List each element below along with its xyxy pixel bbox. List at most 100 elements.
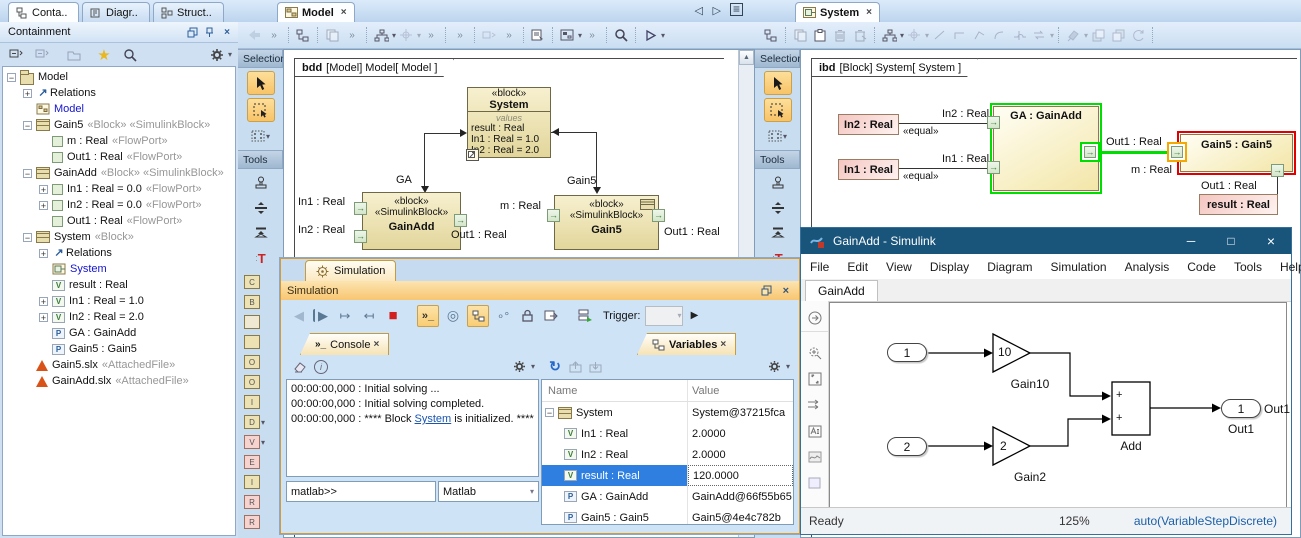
menu-code[interactable]: Code <box>1178 260 1225 274</box>
line-style-oblique-icon[interactable] <box>969 25 989 45</box>
outport-1-block[interactable]: 1 <box>1221 399 1261 418</box>
stamp-tool-button[interactable] <box>765 172 791 194</box>
ga-in2-port[interactable]: → <box>987 116 1000 129</box>
gainadd-in1-port[interactable]: → <box>354 202 367 215</box>
tree-item[interactable]: +In2 : Real = 0.0«FlowPort» <box>3 197 235 213</box>
gainadd-in2-port[interactable]: → <box>354 230 367 243</box>
menu-edit[interactable]: Edit <box>838 260 877 274</box>
collapse-expander-icon[interactable]: − <box>23 233 32 242</box>
inport-2-block[interactable]: 2 <box>887 437 927 456</box>
paint-icon[interactable] <box>1063 25 1083 45</box>
collapse-expander-icon[interactable]: − <box>545 408 554 417</box>
collapse-expander-icon[interactable]: − <box>23 169 32 178</box>
collapse-selected-icon[interactable] <box>32 45 52 65</box>
palette-item-derived[interactable]: D▾ <box>238 412 283 432</box>
console-toggle-icon[interactable]: »_ <box>417 305 439 327</box>
trigger-select[interactable]: ▾ <box>645 306 683 326</box>
palette-item-flowport[interactable]: O <box>238 372 283 392</box>
sticky-tool-button[interactable]: ▾ <box>765 125 791 147</box>
tab-gainadd[interactable]: GainAdd <box>805 280 878 301</box>
variables-row[interactable]: −System System@37215fca <box>542 402 793 423</box>
simulink-title-bar[interactable]: GainAdd - Simulink ─ □ × <box>801 228 1291 254</box>
menu-tools[interactable]: Tools <box>1225 260 1271 274</box>
show-containment-icon[interactable] <box>293 25 313 45</box>
gear-icon[interactable] <box>510 357 530 377</box>
export-variables-icon[interactable] <box>565 357 585 377</box>
variables-row-selected[interactable]: Vresult : Real 120.0000 <box>542 465 793 486</box>
collapse-expander-icon[interactable]: − <box>23 121 32 130</box>
variables-toggle-icon[interactable] <box>467 305 489 327</box>
tree-item[interactable]: −Gain5«Block» «SimulinkBlock» <box>3 117 235 133</box>
refresh-icon[interactable]: ↻ <box>545 357 565 377</box>
palette-item-requirement2[interactable]: R <box>238 512 283 532</box>
back-arrow-icon[interactable] <box>244 25 264 45</box>
palette-section-selection[interactable]: Selection <box>755 49 800 68</box>
minimize-window-icon[interactable]: ─ <box>1171 228 1211 254</box>
swap-dropdown-icon[interactable]: ▾ <box>1050 31 1054 40</box>
maximize-window-icon[interactable]: □ <box>1211 228 1251 254</box>
tree-item[interactable]: Vresult : Real <box>3 277 235 293</box>
palette-item-package[interactable] <box>238 312 283 332</box>
palette-item-instance[interactable]: I <box>238 472 283 492</box>
align-horizontal-button[interactable] <box>765 222 791 244</box>
dependency-checker-icon[interactable] <box>528 25 548 45</box>
variables-row[interactable]: VIn2 : Real 2.0000 <box>542 444 793 465</box>
align-vertical-button[interactable] <box>765 197 791 219</box>
tree-item[interactable]: −Model <box>3 69 235 85</box>
line-style-rectilinear-icon[interactable] <box>949 25 969 45</box>
toolbar-overflow-icon[interactable]: » <box>582 25 602 45</box>
variables-row[interactable]: PGA : GainAdd GainAdd@66f55b65 <box>542 486 793 507</box>
gain5-m-port-highlighted[interactable]: → <box>1167 142 1187 162</box>
expand-expander-icon[interactable]: + <box>39 313 48 322</box>
close-tab-icon[interactable]: × <box>373 339 379 350</box>
close-tab-icon[interactable]: × <box>720 339 726 350</box>
status-solver[interactable]: auto(VariableStepDiscrete) <box>1134 514 1277 528</box>
sticky-tool-button[interactable]: ▾ <box>248 125 274 147</box>
toolbar-overflow-icon[interactable]: » <box>264 25 284 45</box>
gain5-m-port[interactable]: → <box>547 209 560 222</box>
bring-to-front-icon[interactable] <box>1088 25 1108 45</box>
breakpoints-icon[interactable]: ∘° <box>493 306 513 326</box>
tree-item[interactable]: Model <box>3 101 235 117</box>
selected-connector-line[interactable] <box>1100 151 1169 154</box>
hide-browser-icon[interactable] <box>801 305 828 331</box>
toolbar-overflow-icon[interactable]: » <box>450 25 470 45</box>
signal-viewer-icon[interactable] <box>801 444 828 470</box>
gain5-block[interactable]: «block» «SimulinkBlock» Gain5 <box>554 195 659 250</box>
copy-icon[interactable] <box>790 25 810 45</box>
tab-system-diagram[interactable]: System × <box>795 2 880 22</box>
ibd-shortcut-icon[interactable] <box>466 149 479 161</box>
language-select[interactable]: Matlab ▾ <box>438 481 539 502</box>
palette-dropdown-icon[interactable]: ▾ <box>261 418 265 427</box>
delete-icon[interactable] <box>830 25 850 45</box>
variables-table[interactable]: Name Value −System System@37215fca VIn1 … <box>541 379 794 525</box>
swap-icon[interactable] <box>479 25 499 45</box>
gear-icon[interactable] <box>765 357 785 377</box>
sticky-dropdown-icon[interactable]: ▾ <box>783 132 787 141</box>
animation-target-icon[interactable]: ◎ <box>443 306 463 326</box>
tree-item[interactable]: PGain5 : Gain5 <box>3 341 235 357</box>
tree-item[interactable]: Out1 : Real«FlowPort» <box>3 213 235 229</box>
simulink-canvas[interactable]: 1 2 10 Gain10 2 Gain2 + + Add 1 Out1 Out… <box>829 302 1287 508</box>
ga-connector-line[interactable] <box>424 133 463 134</box>
expand-expander-icon[interactable]: + <box>39 297 48 306</box>
search-icon[interactable] <box>120 45 140 65</box>
tree-item[interactable]: +VIn2 : Real = 2.0 <box>3 309 235 325</box>
gear-dropdown-icon[interactable]: ▾ <box>228 50 232 59</box>
tab-diagrams[interactable]: Diagr.. <box>82 2 150 22</box>
tab-variables[interactable]: Variables × <box>637 333 736 355</box>
inport-1-block[interactable]: 1 <box>887 343 927 362</box>
float-panel-icon[interactable] <box>187 27 198 38</box>
layout-tree-icon[interactable] <box>371 25 391 45</box>
close-panel-icon[interactable]: × <box>224 27 230 38</box>
toolbar-overflow-icon[interactable]: » <box>499 25 519 45</box>
palette-item-requirement[interactable]: R <box>238 492 283 512</box>
signal-routing-icon[interactable] <box>801 392 828 418</box>
pin-icon[interactable] <box>205 27 214 38</box>
menu-display[interactable]: Display <box>921 260 978 274</box>
stop-icon[interactable]: ■ <box>383 306 403 326</box>
expand-expander-icon[interactable]: + <box>23 89 32 98</box>
animation-back-icon[interactable]: ◀ <box>289 306 309 326</box>
pointer-tool-button[interactable] <box>247 71 275 95</box>
menu-simulation[interactable]: Simulation <box>1042 260 1116 274</box>
